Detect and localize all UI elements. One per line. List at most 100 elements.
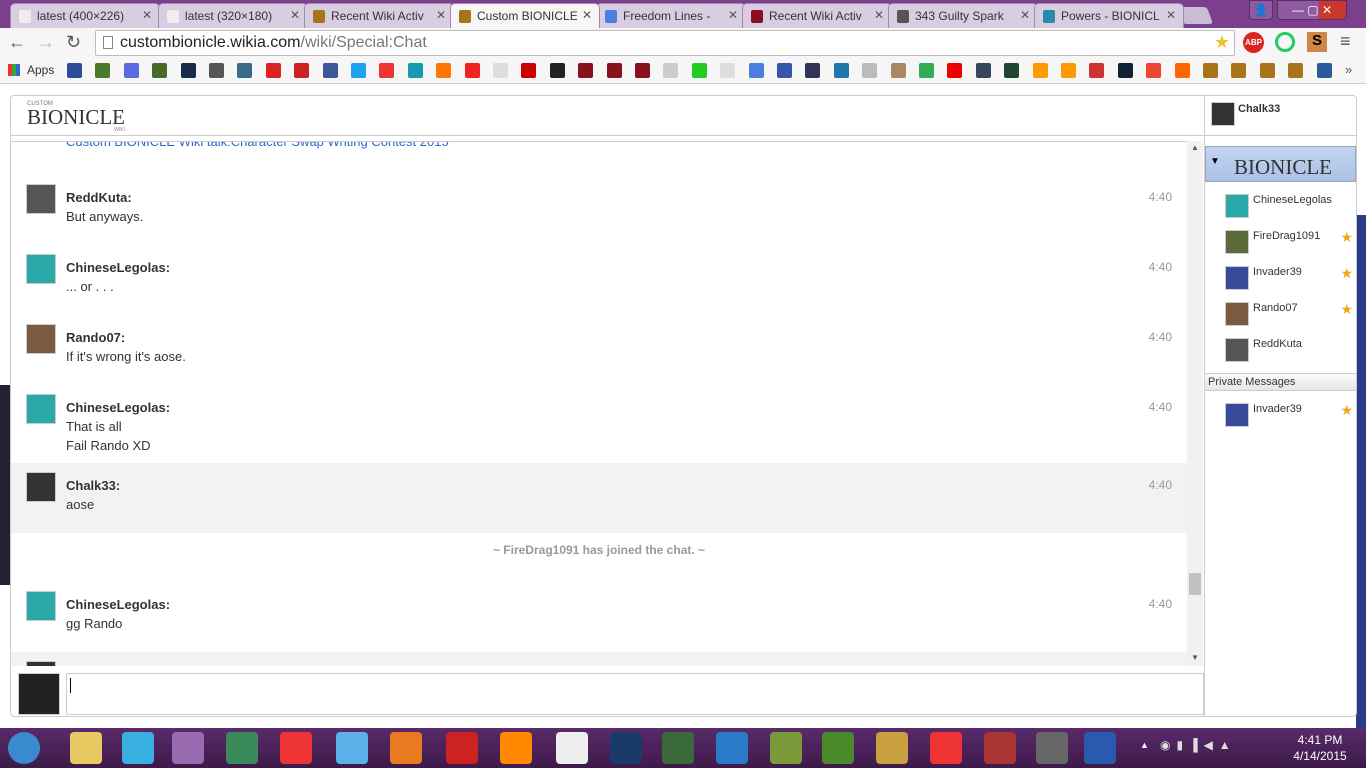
bookmark-icon[interactable]	[379, 63, 395, 78]
apps-link[interactable]: Apps	[27, 63, 54, 77]
close-tab-icon[interactable]: ✕	[874, 8, 884, 22]
message-input[interactable]	[66, 673, 1204, 715]
bookmark-icon[interactable]	[1259, 63, 1275, 78]
close-tab-icon[interactable]: ✕	[728, 8, 738, 22]
clock-date[interactable]: 4/14/2015	[1290, 749, 1350, 763]
user-avatar[interactable]	[26, 472, 56, 502]
grass-block-icon[interactable]	[770, 732, 802, 764]
lego-blue-icon[interactable]	[716, 732, 748, 764]
system-tray-icons[interactable]: ◉▮▐◀▲	[1160, 738, 1250, 756]
bookmark-icon[interactable]	[919, 63, 934, 78]
skyrim-icon[interactable]	[556, 732, 588, 764]
bookmark-icon[interactable]	[436, 63, 452, 78]
bookmark-icon[interactable]	[1231, 63, 1247, 78]
tab-6[interactable]: 343 Guilty Spark ✕	[888, 3, 1038, 28]
bookmark-icon[interactable]	[606, 63, 622, 78]
tab-4[interactable]: Freedom Lines - ✕	[596, 3, 746, 28]
bookmark-icon[interactable]	[748, 63, 764, 78]
bookmark-icon[interactable]	[805, 63, 821, 78]
league-of-legends-icon[interactable]	[876, 732, 908, 764]
user-avatar[interactable]	[26, 661, 56, 666]
bookmark-icon[interactable]	[549, 63, 565, 78]
bookmark-icon[interactable]	[322, 63, 338, 78]
close-tab-icon[interactable]: ✕	[142, 8, 152, 22]
user-avatar[interactable]	[26, 324, 56, 354]
collapse-arrow-icon[interactable]: ▼	[1210, 156, 1220, 167]
tab-1[interactable]: latest (320×180) ✕	[158, 3, 308, 28]
steam-icon[interactable]	[610, 732, 642, 764]
bookmark-icon[interactable]	[294, 63, 310, 78]
message-scrollbar[interactable]: ▲ ▼	[1187, 141, 1203, 666]
bookmark-icon[interactable]	[663, 63, 679, 78]
bookmark-icon[interactable]	[1117, 63, 1133, 78]
media-player-icon[interactable]	[390, 732, 422, 764]
wiki-logo[interactable]: CUSTOM BIONICLE WIKI	[27, 101, 125, 133]
gimp-icon[interactable]	[1036, 732, 1068, 764]
user-avatar[interactable]	[26, 394, 56, 424]
bookmark-icon[interactable]	[1146, 63, 1162, 78]
bookmark-icon[interactable]	[351, 63, 366, 78]
extension-s-icon[interactable]: S	[1307, 32, 1327, 52]
word-icon[interactable]	[1084, 732, 1116, 764]
pdf-reader-icon[interactable]	[930, 732, 962, 764]
bookmark-icon[interactable]	[1032, 63, 1048, 78]
close-tab-icon[interactable]: ✕	[436, 8, 446, 22]
bookmark-icon[interactable]	[1089, 63, 1105, 78]
reload-icon[interactable]: ↻	[66, 32, 81, 53]
scroll-down-icon[interactable]: ▼	[1191, 653, 1199, 662]
profile-button[interactable]: 👤	[1249, 0, 1273, 20]
bookmark-icon[interactable]	[947, 63, 963, 78]
extension-icon[interactable]	[1275, 32, 1295, 52]
clock-time[interactable]: 4:41 PM	[1290, 733, 1350, 747]
bookmark-icon[interactable]	[1203, 63, 1218, 78]
user-avatar[interactable]	[26, 591, 56, 621]
message-link[interactable]: Custom BIONICLE Wiki talk:Character Swap…	[66, 142, 449, 149]
bookmark-icon[interactable]	[720, 63, 736, 78]
bookmark-icon[interactable]	[67, 63, 82, 78]
close-tab-icon[interactable]: ✕	[1020, 8, 1030, 22]
hp-icon[interactable]	[226, 732, 258, 764]
user-list-item[interactable]: FireDrag1091 ★	[1225, 229, 1355, 256]
bookmark-icon[interactable]	[237, 63, 253, 78]
minecraft-icon[interactable]	[822, 732, 854, 764]
close-tab-icon[interactable]: ✕	[290, 8, 300, 22]
back-icon[interactable]: ←	[8, 32, 26, 53]
dc-game-icon[interactable]	[984, 732, 1016, 764]
tab-7[interactable]: Powers - BIONICL ✕	[1034, 3, 1184, 28]
user-list-item[interactable]: ReddKuta	[1225, 338, 1355, 364]
bookmark-icon[interactable]	[975, 63, 991, 78]
tray-expand-icon[interactable]: ▲	[1140, 740, 1149, 750]
user-avatar[interactable]	[26, 254, 56, 284]
message-username[interactable]: ChineseLegolas:	[66, 400, 170, 415]
user-list-item[interactable]: ChineseLegolas	[1225, 194, 1355, 220]
close-tab-icon[interactable]: ✕	[1166, 8, 1176, 22]
more-bookmarks[interactable]: »	[1345, 62, 1352, 77]
scroll-thumb[interactable]	[1189, 573, 1201, 595]
bookmark-icon[interactable]	[1316, 63, 1332, 78]
bookmark-icon[interactable]	[1288, 63, 1304, 78]
window-controls[interactable]: — ▢ ✕	[1277, 0, 1347, 20]
bookmark-icon[interactable]	[521, 63, 537, 78]
message-username[interactable]: ChineseLegolas:	[66, 597, 170, 612]
bookmark-icon[interactable]	[493, 63, 508, 78]
address-bar[interactable]: custombionicle.wikia.com/wiki/Special:Ch…	[95, 30, 1235, 56]
user-list-item[interactable]: Invader39 ★	[1225, 265, 1355, 292]
tab-0[interactable]: latest (400×226) ✕	[10, 3, 160, 28]
message-username[interactable]: Rando07:	[66, 330, 125, 345]
bookmark-icon[interactable]	[123, 63, 139, 78]
scroll-up-icon[interactable]: ▲	[1191, 143, 1199, 152]
bookmark-icon[interactable]	[777, 63, 792, 78]
bookmark-icon[interactable]	[691, 63, 707, 78]
tab-3[interactable]: Custom BIONICLE ✕	[450, 3, 600, 28]
wiki-room-header[interactable]: ▼ BIONICLE	[1205, 146, 1356, 182]
message-username[interactable]: ChineseLegolas:	[66, 260, 170, 275]
ie-icon[interactable]	[122, 732, 154, 764]
file-explorer-icon[interactable]	[70, 732, 102, 764]
message-username[interactable]: ReddKuta:	[66, 190, 132, 205]
bookmark-icon[interactable]	[833, 63, 849, 78]
news-icon[interactable]	[446, 732, 478, 764]
bookmark-icon[interactable]	[1004, 63, 1020, 78]
network-icon[interactable]	[336, 732, 368, 764]
tab-2[interactable]: Recent Wiki Activ ✕	[304, 3, 454, 28]
bookmark-icon[interactable]	[152, 63, 168, 78]
